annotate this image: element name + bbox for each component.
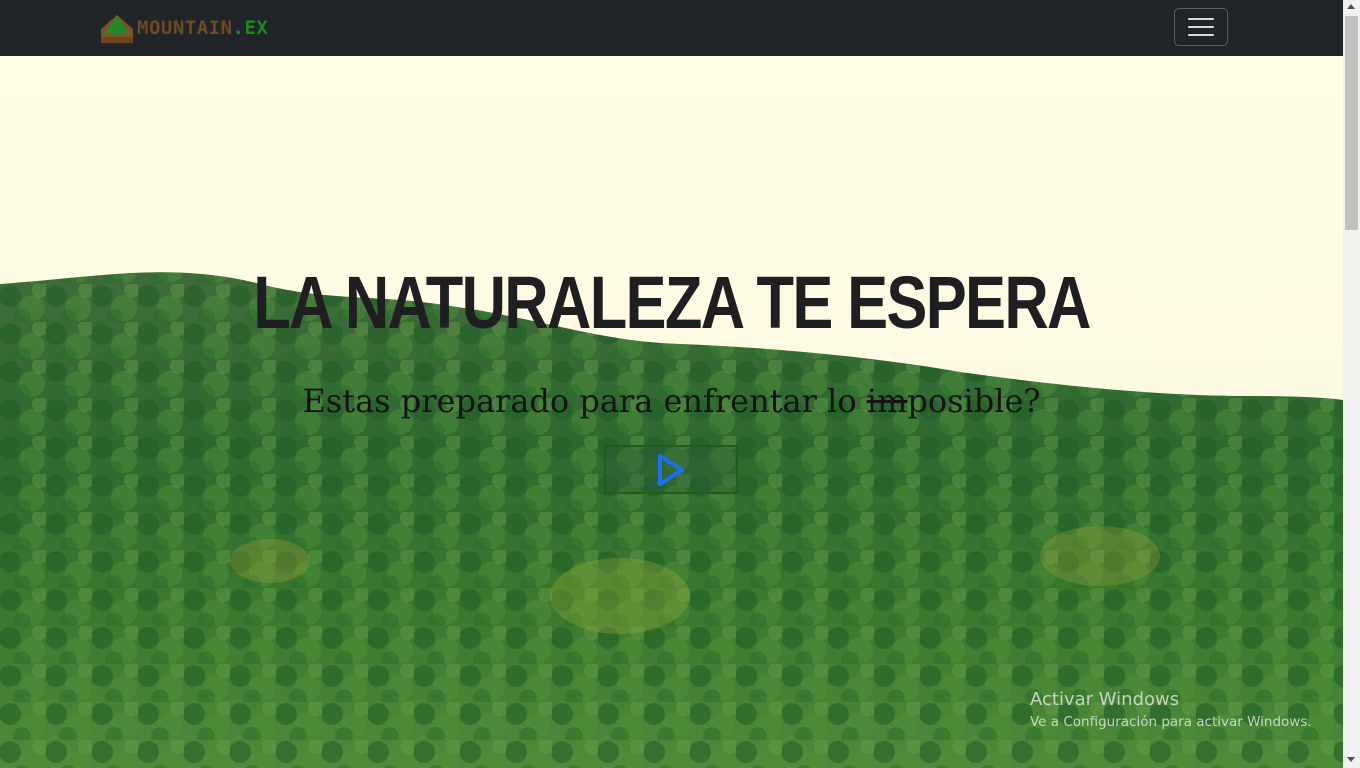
vertical-scrollbar[interactable] — [1343, 0, 1360, 768]
hero-title: LA NATURALEZA TE ESPERA — [253, 261, 1091, 344]
watermark-title: Activar Windows — [1030, 689, 1180, 710]
hero-subtitle: Estas preparado para enfrentar lo imposi… — [0, 382, 1343, 420]
brand-ext-text: .EX — [232, 17, 269, 39]
brand-name: MOUNTAIN.EX — [137, 17, 268, 39]
windows-activation-watermark: Activar Windows Ve a Configuración para … — [1030, 688, 1312, 732]
hamburger-menu-icon-bar — [1188, 34, 1214, 36]
brand-main-text: MOUNTAIN — [137, 17, 233, 39]
menu-toggle-button[interactable] — [1174, 8, 1228, 46]
watermark-subtitle: Ve a Configuración para activar Windows. — [1030, 714, 1312, 730]
hero-subtitle-start: Estas preparado para enfrentar lo — [302, 382, 867, 420]
scrollbar-thumb[interactable] — [1345, 16, 1358, 230]
mountain-logo-icon — [101, 15, 133, 43]
brand-link[interactable]: MOUNTAIN.EX — [101, 12, 268, 44]
hero-section: LA NATURALEZA TE ESPERA Estas preparado … — [0, 56, 1343, 768]
scroll-down-arrow-icon[interactable] — [1347, 757, 1355, 762]
play-video-button[interactable] — [604, 445, 738, 494]
hero-subtitle-end: posible? — [907, 382, 1041, 420]
hamburger-menu-icon-bar — [1188, 18, 1214, 20]
navbar: MOUNTAIN.EX — [0, 0, 1343, 56]
hero-subtitle-struck: im — [866, 382, 908, 420]
scroll-up-arrow-icon[interactable] — [1347, 4, 1355, 9]
hamburger-menu-icon-bar — [1188, 26, 1214, 28]
play-icon — [658, 453, 684, 486]
